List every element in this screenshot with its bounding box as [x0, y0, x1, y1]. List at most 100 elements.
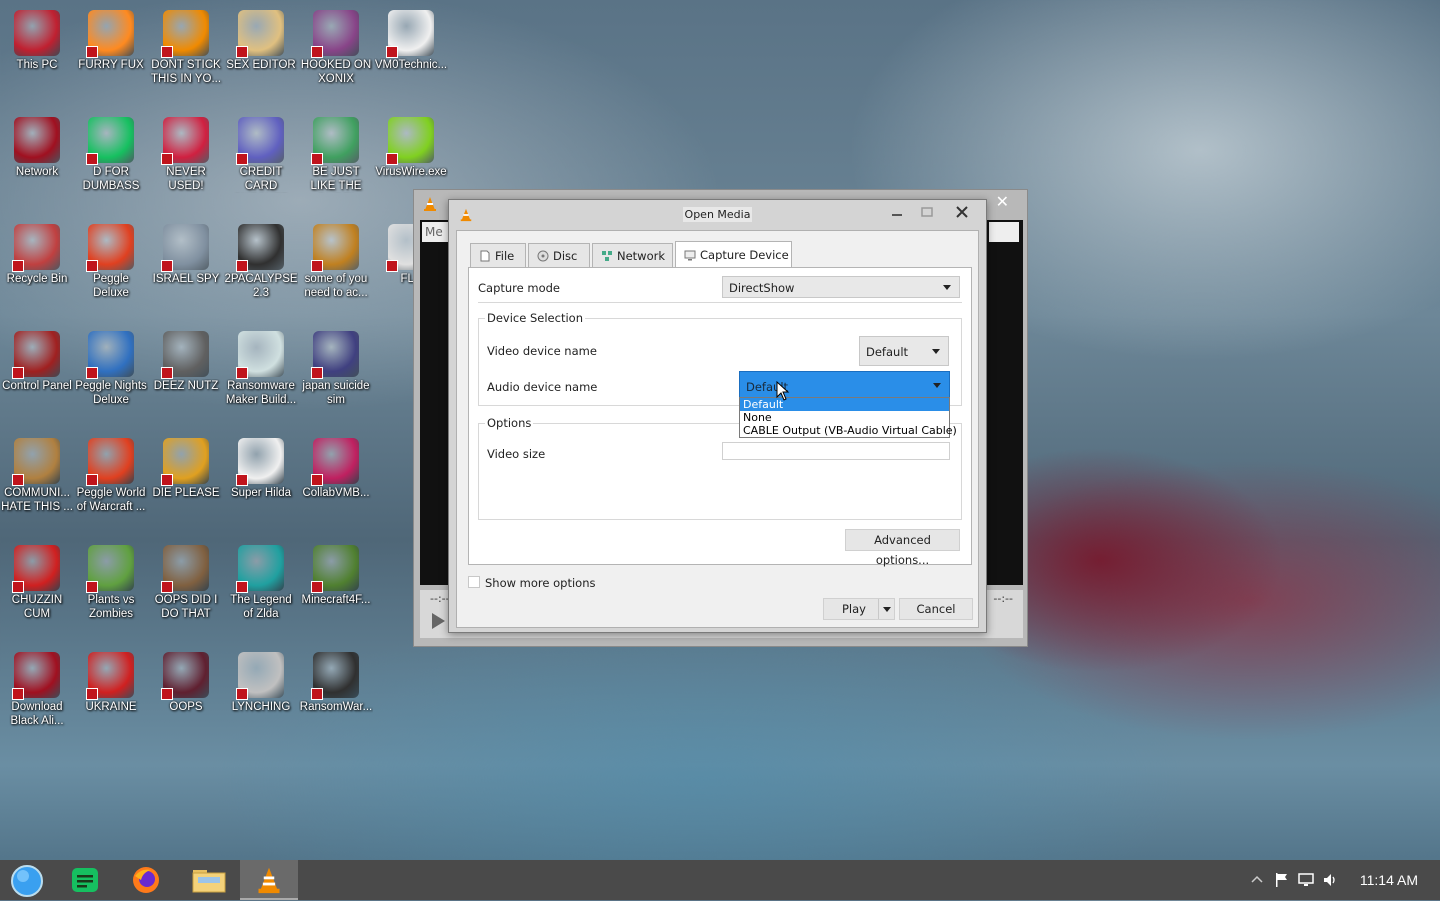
- tab-network[interactable]: Network: [592, 243, 673, 267]
- play-dropdown-arrow[interactable]: [878, 599, 894, 619]
- tab-file[interactable]: File: [470, 243, 526, 267]
- desktop-icon[interactable]: The Legend of Zlda: [224, 539, 298, 621]
- dog-icon: [311, 224, 359, 272]
- desktop-icon[interactable]: 2PACALYPSE 2.3: [224, 218, 298, 300]
- show-more-options-label[interactable]: Show more options: [485, 576, 596, 590]
- desktop-icon[interactable]: This PC: [0, 4, 74, 72]
- desktop-icon-label: Control Panel: [2, 380, 72, 392]
- dialog-titlebar[interactable]: Open Media: [449, 200, 986, 230]
- de-icon: [161, 438, 209, 486]
- desktop-icon[interactable]: Peggle Nights Deluxe: [74, 325, 148, 407]
- desktop-icon[interactable]: DEEZ NUTZ: [149, 325, 223, 393]
- dropdown-option-default[interactable]: Default: [740, 398, 949, 411]
- desktop-icon[interactable]: SEX EDITOR: [224, 4, 298, 72]
- taskbar-file-explorer[interactable]: [180, 860, 238, 900]
- monitor-icon: [14, 10, 60, 56]
- desktop-icon[interactable]: DONT STICK THIS IN YO...: [149, 4, 223, 86]
- desktop-icon[interactable]: some of you need to ac...: [299, 218, 373, 300]
- volume-icon[interactable]: [1322, 872, 1338, 892]
- audio-device-select[interactable]: Default: [739, 371, 950, 399]
- desktop-icon-label: HOOKED ON XONIX: [300, 59, 372, 85]
- tab-disc-label: Disc: [553, 249, 578, 263]
- desktop-icon[interactable]: Peggle World of Warcraft ...: [74, 432, 148, 514]
- desktop-icon-label: Minecraft4F...: [301, 594, 371, 606]
- desktop-icon[interactable]: Ransomware Maker Build...: [224, 325, 298, 407]
- start-button[interactable]: [0, 860, 58, 900]
- dropdown-option-cable-output[interactable]: CABLE Output (VB-Audio Virtual Cable): [740, 424, 957, 437]
- cancel-button[interactable]: Cancel: [899, 598, 973, 620]
- play-button[interactable]: Play: [823, 598, 895, 620]
- desktop-icon[interactable]: CollabVMB...: [299, 432, 373, 500]
- desktop-icon[interactable]: Peggle Deluxe: [74, 218, 148, 300]
- shortcut-arrow-icon: [386, 260, 398, 272]
- shortcut-arrow-icon: [86, 688, 98, 700]
- desktop-icon[interactable]: D FOR DUMBASS: [74, 111, 148, 193]
- desktop-icon-label: FURRY FUX: [78, 59, 144, 71]
- desktop-icon[interactable]: japan suicide sim: [299, 325, 373, 407]
- show-more-options-checkbox[interactable]: [468, 576, 480, 588]
- taskbar-chat-app[interactable]: [56, 860, 114, 900]
- vlc-cone-icon: [255, 866, 283, 897]
- desktop-icon[interactable]: Control Panel: [0, 325, 74, 393]
- taskbar-clock[interactable]: 11:14 AM: [1360, 872, 1418, 888]
- tab-disc[interactable]: Disc: [528, 243, 590, 267]
- desktop-icon[interactable]: RansomWar...: [299, 646, 373, 714]
- desktop-icon[interactable]: CREDIT CARD CHECKER: [224, 111, 298, 193]
- shortcut-arrow-icon: [236, 367, 248, 379]
- desktop-icon[interactable]: LYNCHING: [224, 646, 298, 714]
- desktop-icon[interactable]: Plants vs Zombies: [74, 539, 148, 621]
- desktop-icon[interactable]: Recycle Bin: [0, 218, 74, 286]
- play-icon[interactable]: [430, 612, 446, 633]
- builder-icon: [236, 331, 284, 379]
- dialog-title: Open Media: [682, 207, 753, 222]
- shortcut-arrow-icon: [311, 688, 323, 700]
- desktop-icon-label: NEVER USED!: [166, 166, 206, 192]
- chevron-up-icon[interactable]: [1250, 872, 1264, 890]
- advanced-options-button[interactable]: Advanced options...: [845, 529, 960, 567]
- file-explorer-icon: [192, 867, 226, 896]
- shortcut-arrow-icon: [386, 46, 398, 58]
- desktop-icon[interactable]: ISRAEL SPY: [149, 218, 223, 286]
- desktop-icon[interactable]: Super Hilda: [224, 432, 298, 500]
- flag-icon[interactable]: [1274, 872, 1290, 892]
- maximize-button[interactable]: [916, 204, 938, 224]
- desktop-icon-label: Peggle World of Warcraft ...: [76, 487, 146, 513]
- desktop-icon[interactable]: UKRAINE: [74, 646, 148, 714]
- shortcut-arrow-icon: [236, 688, 248, 700]
- desktop-icon[interactable]: Minecraft4F...: [299, 539, 373, 607]
- desktop-icon[interactable]: OOPS: [149, 646, 223, 714]
- capture-mode-select[interactable]: DirectShow: [722, 276, 960, 298]
- desktop-icon[interactable]: OOPS DID I DO THAT: [149, 539, 223, 621]
- video-device-select[interactable]: Default: [859, 336, 949, 366]
- desktop-icon[interactable]: VM0Technic...: [374, 4, 448, 72]
- tab-capture-device[interactable]: Capture Device: [675, 241, 792, 267]
- shortcut-arrow-icon: [236, 260, 248, 272]
- taskbar-vlc[interactable]: [240, 860, 298, 900]
- pixel-cat-icon: [236, 438, 284, 486]
- desktop-icon[interactable]: CHUZZIN CUM: [0, 539, 74, 621]
- hex-editor-icon: [236, 10, 284, 58]
- desktop-icon-label: Network: [15, 166, 59, 178]
- desktop-icon[interactable]: FURRY FUX: [74, 4, 148, 72]
- video-size-input[interactable]: [722, 442, 950, 460]
- desktop-icon[interactable]: DIE PLEASE: [149, 432, 223, 500]
- close-button[interactable]: [951, 204, 973, 224]
- shortcut-arrow-icon: [311, 474, 323, 486]
- dropdown-option-none[interactable]: None: [740, 411, 949, 424]
- taskbar-firefox[interactable]: [118, 860, 176, 900]
- desktop-icon[interactable]: NEVER USED!: [149, 111, 223, 193]
- shortcut-arrow-icon: [161, 474, 173, 486]
- desktop-icon[interactable]: COMMUNI... HATE THIS ...: [0, 432, 74, 514]
- desktop-icon[interactable]: Download Black Ali...: [0, 646, 74, 728]
- desktop-icon[interactable]: BE JUST LIKE THE DUDE!: [299, 111, 373, 193]
- desktop-icon[interactable]: HOOKED ON XONIX: [299, 4, 373, 86]
- video-size-label: Video size: [487, 447, 546, 461]
- money-bag-icon: [12, 438, 60, 486]
- network-tray-icon[interactable]: [1298, 872, 1314, 892]
- japan-sim-icon: [311, 331, 359, 379]
- desktop-icon[interactable]: Network: [0, 111, 74, 179]
- minimize-button[interactable]: [886, 204, 908, 224]
- desktop-icon[interactable]: VirusWire.exe: [374, 111, 448, 179]
- audio-device-dropdown-list[interactable]: Default None CABLE Output (VB-Audio Virt…: [739, 397, 957, 438]
- lime-icon: [386, 117, 434, 165]
